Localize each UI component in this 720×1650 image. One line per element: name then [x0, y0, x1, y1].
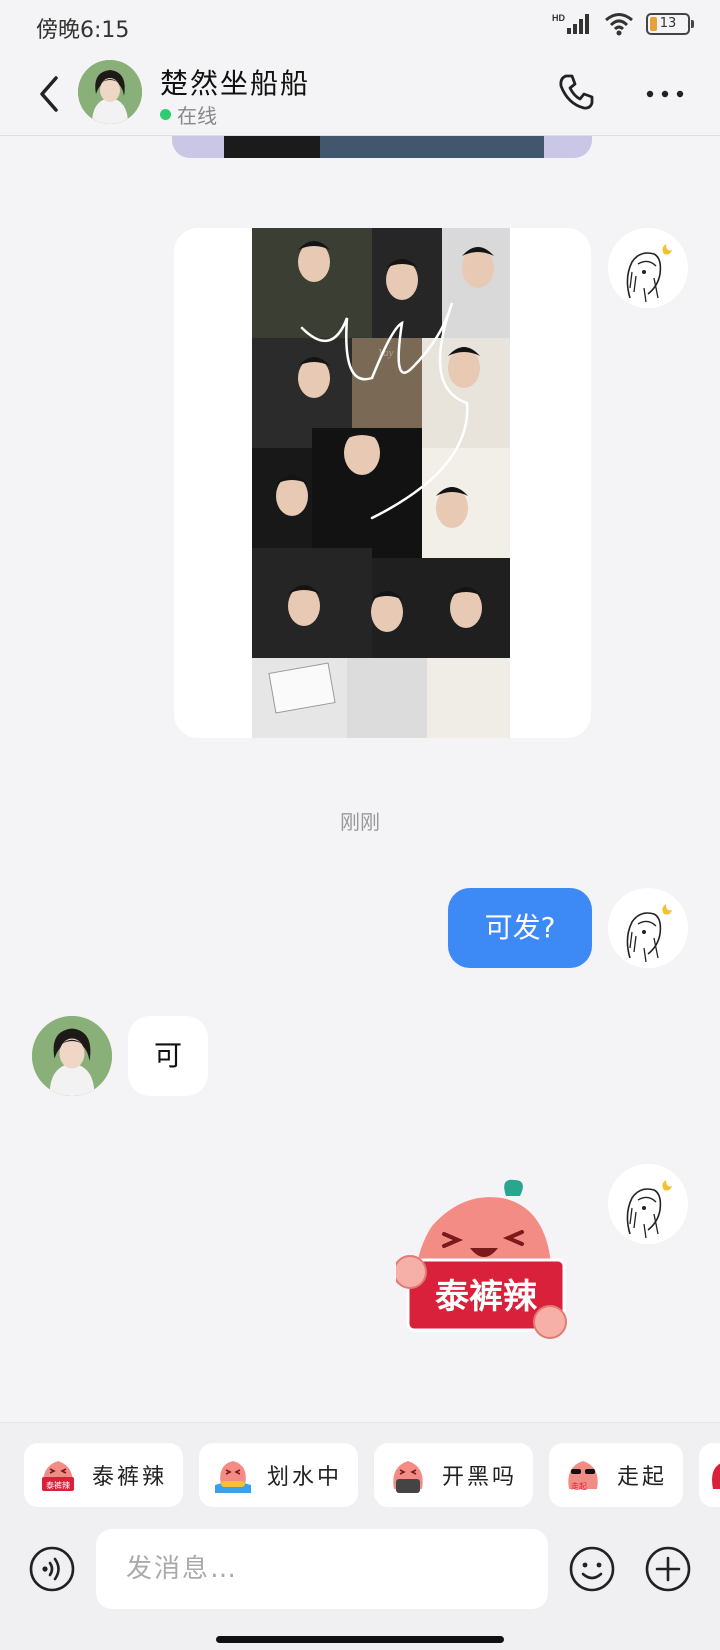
- peach-sticker-icon: [712, 1463, 720, 1489]
- quick-sticker-chip[interactable]: 泰裤辣 泰裤辣: [24, 1443, 184, 1507]
- presence-status: 在线: [160, 100, 217, 129]
- phone-icon[interactable]: [554, 70, 598, 114]
- message-input[interactable]: 发消息…: [96, 1529, 548, 1609]
- peach-sticker-icon: 泰裤辣: [42, 1461, 74, 1491]
- wifi-icon: [605, 13, 633, 36]
- image-message-bubble[interactable]: Yay: [174, 228, 591, 738]
- emoji-icon[interactable]: [568, 1545, 616, 1593]
- my-avatar[interactable]: [608, 228, 688, 308]
- presence-label: 在线: [177, 104, 217, 128]
- plus-icon[interactable]: [644, 1545, 692, 1593]
- contact-avatar[interactable]: [78, 60, 142, 124]
- photo-collage-image[interactable]: Yay: [252, 228, 510, 738]
- contact-avatar[interactable]: [32, 1016, 112, 1096]
- composer-panel: 泰裤辣 泰裤辣 划水中 开黑吗 走起 走起 发消息…: [0, 1422, 720, 1650]
- my-avatar[interactable]: [608, 1164, 688, 1244]
- quick-sticker-label: 划水中: [267, 1465, 343, 1490]
- more-icon[interactable]: [640, 74, 690, 114]
- chip-sticker-tag: 泰裤辣: [46, 1480, 70, 1490]
- status-bar: 傍晚6:15 HD 13: [0, 0, 720, 52]
- network-type: HD: [552, 13, 565, 23]
- my-avatar[interactable]: [608, 888, 688, 968]
- status-icons: HD 13: [552, 12, 694, 36]
- message-timestamp: 刚刚: [340, 810, 380, 834]
- quick-sticker-label: 走起: [617, 1465, 668, 1490]
- battery-level: 13: [659, 16, 677, 31]
- sticker-text: 泰裤辣: [435, 1277, 538, 1317]
- image-signature: Yay: [378, 347, 394, 359]
- contact-name[interactable]: 楚然坐船船: [160, 62, 310, 102]
- incoming-text-bubble[interactable]: 可: [128, 1016, 208, 1096]
- peach-sticker-icon: 走起: [568, 1461, 598, 1491]
- home-indicator[interactable]: [216, 1636, 504, 1643]
- quick-sticker-chip[interactable]: 走起 走起: [549, 1443, 684, 1507]
- chip-sticker-tag: 走起: [571, 1482, 587, 1491]
- voice-icon[interactable]: [28, 1545, 76, 1593]
- signal-icon: HD: [552, 13, 589, 34]
- online-dot-icon: [160, 109, 171, 120]
- status-time: 傍晚6:15: [36, 18, 130, 43]
- back-arrow-icon[interactable]: [30, 70, 70, 118]
- quick-sticker-bar: 泰裤辣 泰裤辣 划水中 开黑吗 走起 走起: [24, 1443, 720, 1507]
- chat-header: 楚然坐船船 在线: [0, 52, 720, 136]
- sticker-message[interactable]: 泰裤辣: [396, 1176, 578, 1356]
- peach-sticker-icon: [393, 1461, 423, 1493]
- peach-sticker-icon: [215, 1461, 252, 1493]
- quick-sticker-chip[interactable]: [699, 1443, 720, 1507]
- battery-icon: 13: [646, 13, 694, 35]
- quick-sticker-label: 开黑吗: [442, 1465, 518, 1490]
- quick-sticker-label: 泰裤辣: [92, 1465, 168, 1490]
- quick-sticker-chip[interactable]: 划水中: [199, 1443, 359, 1507]
- quick-sticker-chip[interactable]: 开黑吗: [374, 1443, 534, 1507]
- outgoing-text-bubble[interactable]: 可发?: [448, 888, 592, 968]
